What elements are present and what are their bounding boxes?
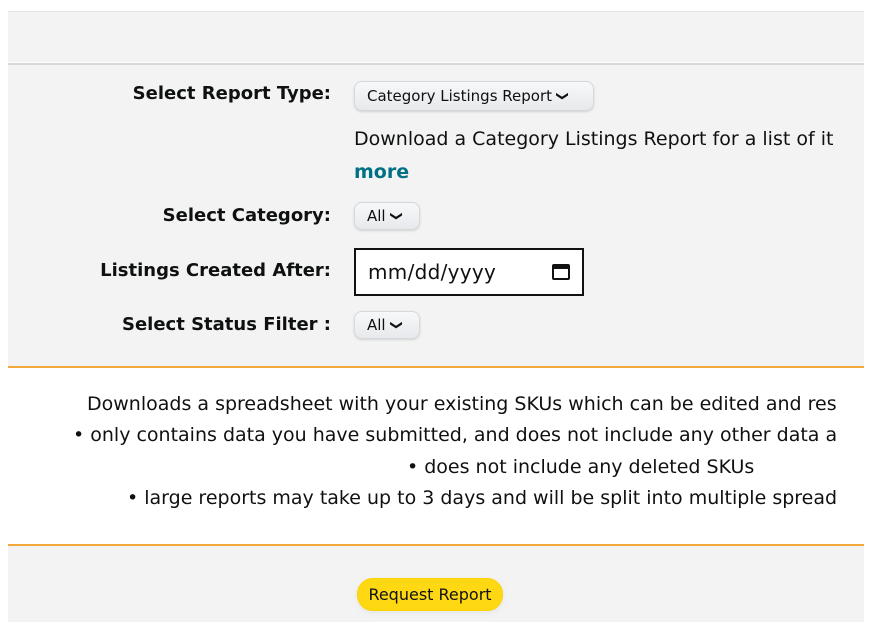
chevron-down-icon: ❯ <box>389 210 404 222</box>
request-report-button[interactable]: Request Report <box>357 578 503 611</box>
status-filter-value: All <box>367 316 386 334</box>
report-type-select[interactable]: Category Listings Report ❯ <box>354 81 594 111</box>
report-type-value: Category Listings Report <box>367 87 553 105</box>
category-value: All <box>367 207 386 225</box>
calendar-icon[interactable] <box>552 264 570 280</box>
top-panel <box>8 11 864 62</box>
more-link[interactable]: more <box>354 161 409 183</box>
status-filter-select[interactable]: All ❯ <box>354 311 420 339</box>
info-line-1: Downloads a spreadsheet with your existi… <box>87 393 837 415</box>
created-after-label: Listings Created After: <box>100 260 331 281</box>
report-description: Download a Category Listings Report for … <box>354 128 834 150</box>
date-placeholder: mm/dd/yyyy <box>368 260 497 284</box>
created-after-date-input[interactable]: mm/dd/yyyy <box>354 248 584 296</box>
info-line-4: • large reports may take up to 3 days an… <box>127 487 838 509</box>
status-filter-label: Select Status Filter : <box>122 314 331 335</box>
category-label: Select Category: <box>162 205 331 226</box>
chevron-down-icon: ❯ <box>389 319 404 331</box>
viewport-edge <box>864 0 877 633</box>
info-line-2: • only contains data you have submitted,… <box>73 424 838 446</box>
category-select[interactable]: All ❯ <box>354 202 420 230</box>
report-type-label: Select Report Type: <box>132 83 331 104</box>
chevron-down-icon: ❯ <box>556 90 571 102</box>
info-line-3: • does not include any deleted SKUs <box>407 456 755 478</box>
